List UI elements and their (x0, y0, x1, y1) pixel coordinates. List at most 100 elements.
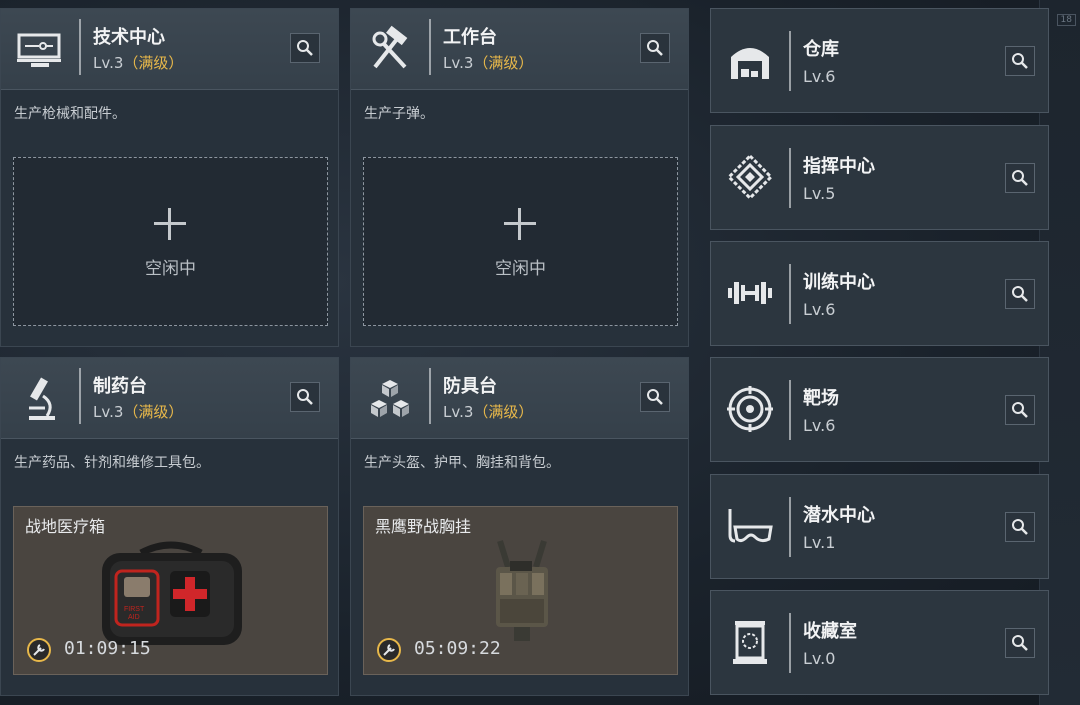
facility-title: 工作台 (443, 27, 497, 48)
product-name: 黑鹰野战胸挂 (375, 517, 472, 536)
card-header: 防具台 Lv.3（满级） (351, 358, 688, 439)
search-icon (1012, 53, 1028, 69)
hammer-wrench-icon (372, 25, 408, 69)
plus-icon (154, 208, 186, 240)
facility-card-diving-center[interactable]: 潜水中心 Lv.1 (710, 474, 1049, 579)
divider (789, 380, 791, 440)
search-icon (1012, 519, 1028, 535)
diving-mask-icon (728, 509, 773, 543)
divider (429, 19, 431, 75)
cubes-icon (371, 380, 409, 417)
microscope-icon (29, 377, 55, 420)
computer-icon (17, 33, 61, 67)
divider (79, 368, 81, 424)
search-icon (1012, 170, 1028, 186)
facility-card-warehouse[interactable]: 仓库 Lv.6 (710, 8, 1049, 113)
facility-card-collection-room[interactable]: 收藏室 Lv.0 (710, 590, 1049, 695)
level-value: Lv.3 (93, 54, 124, 72)
search-button[interactable] (1005, 46, 1035, 76)
facility-title: 技术中心 (93, 27, 165, 48)
production-slot[interactable]: 黑鹰野战胸挂 05:09:22 (363, 506, 678, 675)
search-icon (297, 389, 313, 405)
facility-title: 潜水中心 (803, 505, 875, 526)
search-button[interactable] (1005, 512, 1035, 542)
facility-title: 训练中心 (803, 272, 875, 293)
search-button[interactable] (640, 382, 670, 412)
divider (789, 264, 791, 324)
facility-title: 仓库 (803, 39, 839, 60)
facility-level: Lv.3（满级） (93, 401, 183, 422)
product-name: 战地医疗箱 (25, 517, 106, 536)
facility-card-training-center[interactable]: 训练中心 Lv.6 (710, 241, 1049, 346)
search-icon (297, 40, 313, 56)
search-icon (1012, 635, 1028, 651)
divider (789, 613, 791, 673)
search-icon (1012, 286, 1028, 302)
search-icon (647, 389, 663, 405)
chest-rig-image (496, 540, 548, 641)
wrench-timer-icon (27, 638, 51, 662)
svg-text:FIRST: FIRST (124, 606, 145, 613)
facility-description: 生产子弹。 (364, 106, 434, 122)
search-icon (647, 40, 663, 56)
card-header: 制药台 Lv.3（满级） (1, 358, 338, 439)
target-icon (727, 386, 773, 432)
dumbbell-icon (728, 282, 772, 304)
divider (79, 19, 81, 75)
command-icon (726, 153, 774, 201)
production-slot[interactable]: 战地医疗箱 FIRST AID 01:09:15 (13, 506, 328, 675)
max-level-badge: （满级） (123, 403, 184, 421)
divider (789, 148, 791, 208)
search-button[interactable] (1005, 279, 1035, 309)
empty-production-slot[interactable]: 空闲中 (13, 157, 328, 326)
divider (789, 497, 791, 557)
facility-title: 指挥中心 (803, 156, 875, 177)
level-value: Lv.3 (443, 403, 474, 421)
production-timer: 01:09:15 (64, 638, 151, 659)
max-level-badge: （满级） (473, 403, 534, 421)
search-button[interactable] (1005, 628, 1035, 658)
idle-label: 空闲中 (145, 259, 196, 279)
facility-card-command-center[interactable]: 指挥中心 Lv.5 (710, 125, 1049, 230)
search-button[interactable] (640, 33, 670, 63)
facility-title: 防具台 (443, 376, 497, 397)
facility-title: 制药台 (93, 376, 147, 397)
facility-title: 靶场 (803, 388, 839, 409)
wrench-timer-icon (377, 638, 401, 662)
production-timer: 05:09:22 (414, 638, 501, 659)
search-button[interactable] (290, 382, 320, 412)
facility-card-armor-bench[interactable]: 防具台 Lv.3（满级） 生产头盔、护甲、胸挂和背包。 黑鹰野战胸挂 05:09… (350, 357, 689, 696)
plus-icon (504, 208, 536, 240)
facility-level: Lv.3（满级） (443, 52, 533, 73)
empty-production-slot[interactable]: 空闲中 (363, 157, 678, 326)
edge-label: 18 (1056, 14, 1076, 26)
facility-card-pharmacy[interactable]: 制药台 Lv.3（满级） 生产药品、针剂和维修工具包。 战地医疗箱 FIRST … (0, 357, 339, 696)
card-header: 技术中心 Lv.3（满级） (1, 9, 338, 90)
first-aid-kit-image: FIRST AID (102, 541, 242, 645)
divider (789, 31, 791, 91)
facility-title: 收藏室 (803, 621, 857, 642)
search-button[interactable] (290, 33, 320, 63)
facility-description: 生产药品、针剂和维修工具包。 (14, 455, 210, 471)
facility-level: Lv.3（满级） (443, 401, 533, 422)
facility-level: Lv.5 (803, 184, 836, 203)
divider (429, 368, 431, 424)
search-icon (1012, 402, 1028, 418)
max-level-badge: （满级） (473, 54, 534, 72)
facility-card-workbench[interactable]: 工作台 Lv.3（满级） 生产子弹。 空闲中 (350, 8, 689, 347)
idle-label: 空闲中 (495, 259, 546, 279)
facility-description: 生产枪械和配件。 (14, 106, 126, 122)
facility-level: Lv.6 (803, 416, 836, 435)
search-button[interactable] (1005, 395, 1035, 425)
search-button[interactable] (1005, 163, 1035, 193)
facility-level: Lv.1 (803, 533, 836, 552)
facility-description: 生产头盔、护甲、胸挂和背包。 (364, 455, 560, 471)
facility-level: Lv.6 (803, 67, 836, 86)
facility-level: Lv.3（满级） (93, 52, 183, 73)
facility-level: Lv.6 (803, 300, 836, 319)
facility-card-shooting-range[interactable]: 靶场 Lv.6 (710, 357, 1049, 462)
max-level-badge: （满级） (123, 54, 184, 72)
facility-card-tech-center[interactable]: 技术中心 Lv.3（满级） 生产枪械和配件。 空闲中 (0, 8, 339, 347)
level-value: Lv.3 (93, 403, 124, 421)
collection-icon (733, 621, 767, 664)
